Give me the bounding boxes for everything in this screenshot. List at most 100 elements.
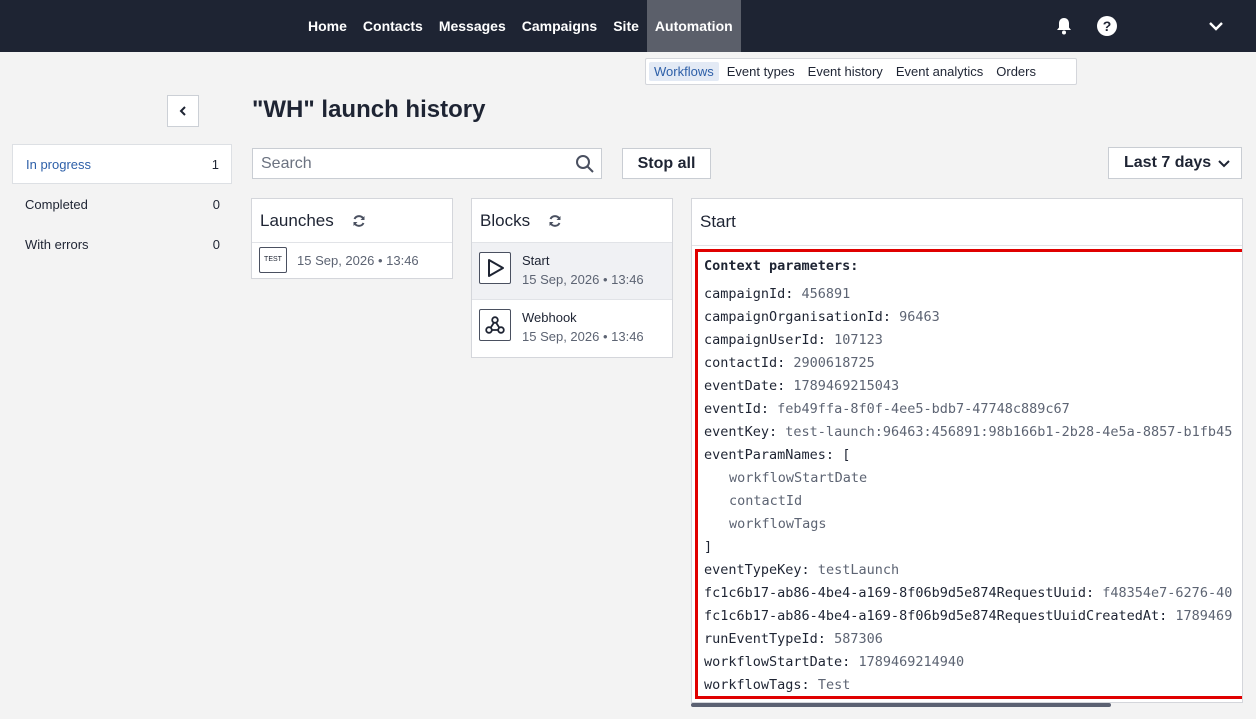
context-param: eventDate: 1789469215043 — [704, 378, 900, 394]
param-key: runEventTypeId — [704, 631, 818, 647]
param-key: eventDate — [704, 378, 778, 394]
context-param: eventTypeKey: testLaunch — [704, 562, 900, 578]
param-key: campaignUserId — [704, 332, 818, 348]
context-param: workflowTags — [704, 513, 1242, 536]
chevron-down-icon[interactable] — [1208, 19, 1224, 33]
filter-count: 1 — [211, 156, 219, 172]
param-value: feb49ffa-8f0f-4ee5-bdb7-47748c889c67 — [777, 401, 1070, 417]
block-item-start[interactable]: Start 15 Sep, 2026 • 13:46 — [472, 243, 672, 300]
chevron-down-icon — [1218, 160, 1230, 168]
tab-event-history[interactable]: Event history — [803, 62, 888, 81]
filter-count: 0 — [212, 196, 220, 212]
filter-label: Completed — [25, 196, 88, 212]
launches-header: Launches — [252, 199, 452, 243]
stop-all-button[interactable]: Stop all — [622, 148, 711, 179]
search-input[interactable] — [253, 149, 563, 178]
nav-messages[interactable]: Messages — [431, 0, 514, 52]
block-name: Start — [522, 253, 550, 268]
block-time: 15 Sep, 2026 • 13:46 — [522, 329, 644, 344]
param-value: testLaunch — [817, 562, 900, 578]
context-param: workflowTags: Test — [704, 677, 851, 693]
block-item-webhook[interactable]: Webhook 15 Sep, 2026 • 13:46 — [472, 300, 672, 357]
param-key: eventParamNames — [704, 447, 826, 463]
filter-with-errors[interactable]: With errors 0 — [12, 224, 232, 264]
param-value: 2900618725 — [793, 355, 875, 371]
refresh-icon[interactable] — [548, 214, 562, 228]
context-param: workflowStartDate — [704, 467, 1242, 490]
param-value: 587306 — [834, 631, 883, 647]
chevron-left-icon — [179, 106, 186, 116]
param-value: 107123 — [834, 332, 883, 348]
param-value: 96463 — [899, 309, 940, 325]
launches-title: Launches — [260, 210, 334, 230]
nav-campaigns[interactable]: Campaigns — [514, 0, 605, 52]
param-value: workflowStartDate — [729, 470, 868, 486]
context-param: contactId — [704, 490, 1242, 513]
context-param: fc1c6b17-ab86-4be4-a169-8f06b9d5e874Requ… — [704, 608, 1233, 624]
context-param: campaignId: 456891 — [704, 286, 851, 302]
nav-contacts[interactable]: Contacts — [355, 0, 431, 52]
context-parameters: Context parameters: campaignId: 456891 ca… — [695, 249, 1242, 699]
horizontal-scrollbar[interactable] — [691, 703, 1111, 707]
context-param: runEventTypeId: 587306 — [704, 631, 883, 647]
param-key: eventKey — [704, 424, 770, 440]
param-value: ] — [704, 539, 713, 555]
launch-time: 15 Sep, 2026 • 13:46 — [297, 252, 419, 268]
param-key: fc1c6b17-ab86-4be4-a169-8f06b9d5e874Requ… — [704, 585, 1087, 601]
tab-event-analytics[interactable]: Event analytics — [891, 62, 988, 81]
param-key: eventTypeKey — [704, 562, 802, 578]
period-label: Last 7 days — [1124, 154, 1212, 171]
nav-home[interactable]: Home — [300, 0, 355, 52]
main-nav: Home Contacts Messages Campaigns Site Au… — [300, 0, 741, 52]
page-title: "WH" launch history — [252, 96, 486, 123]
param-value: workflowTags — [729, 516, 827, 532]
filter-label: With errors — [25, 236, 89, 252]
tab-event-types[interactable]: Event types — [722, 62, 800, 81]
webhook-icon — [479, 309, 511, 341]
param-key: workflowStartDate — [704, 654, 843, 670]
period-select[interactable]: Last 7 days — [1108, 147, 1242, 179]
bell-icon[interactable] — [1053, 15, 1075, 37]
context-param: campaignOrganisationId: 96463 — [704, 309, 940, 325]
param-value: 456891 — [801, 286, 851, 302]
param-key: campaignOrganisationId — [704, 309, 883, 325]
nav-site[interactable]: Site — [605, 0, 647, 52]
context-param: eventId: feb49ffa-8f0f-4ee5-bdb7-47748c8… — [704, 401, 1070, 417]
tab-orders[interactable]: Orders — [991, 62, 1041, 81]
nav-automation[interactable]: Automation — [646, 0, 741, 52]
param-key: workflowTags — [704, 677, 802, 693]
search-box — [252, 148, 602, 179]
blocks-header: Blocks — [472, 199, 672, 243]
test-badge-icon: TEST — [259, 247, 287, 273]
filter-count: 0 — [212, 236, 220, 252]
filter-in-progress[interactable]: In progress 1 — [12, 144, 232, 184]
collapse-sidebar-button[interactable] — [167, 95, 199, 127]
param-value: 1789469 — [1175, 608, 1233, 624]
launch-item[interactable]: TEST 15 Sep, 2026 • 13:46 — [252, 243, 452, 277]
context-param: eventKey: test-launch:96463:456891:98b16… — [704, 424, 1233, 440]
block-name: Webhook — [522, 310, 577, 325]
block-detail-panel: Start Context parameters: campaignId: 45… — [691, 198, 1243, 703]
detail-title: Start — [692, 199, 1242, 246]
param-value: Test — [817, 677, 851, 693]
filter-completed[interactable]: Completed 0 — [12, 184, 232, 224]
context-param: campaignUserId: 107123 — [704, 332, 883, 348]
tab-workflows[interactable]: Workflows — [649, 62, 719, 81]
param-value: test-launch:96463:456891:98b166b1-2b28-4… — [785, 424, 1233, 440]
search-icon[interactable] — [575, 154, 595, 174]
param-value: 1789469214940 — [858, 654, 965, 670]
param-key: contactId — [704, 355, 778, 371]
launches-panel: Launches TEST 15 Sep, 2026 • 13:46 — [251, 198, 453, 279]
refresh-icon[interactable] — [352, 214, 366, 228]
context-param: fc1c6b17-ab86-4be4-a169-8f06b9d5e874Requ… — [704, 585, 1233, 601]
top-navigation-bar: Home Contacts Messages Campaigns Site Au… — [0, 0, 1256, 52]
help-icon[interactable]: ? — [1097, 16, 1117, 36]
automation-subnav: Workflows Event types Event history Even… — [645, 58, 1077, 85]
param-value: contactId — [729, 493, 803, 509]
context-param: contactId: 2900618725 — [704, 355, 875, 371]
context-header: Context parameters: — [704, 258, 859, 274]
param-value: 1789469215043 — [793, 378, 900, 394]
blocks-panel: Blocks Start 15 Sep, 2026 • 13:46 Webhoo — [471, 198, 673, 358]
block-time: 15 Sep, 2026 • 13:46 — [522, 272, 644, 287]
context-param: workflowStartDate: 1789469214940 — [704, 654, 965, 670]
